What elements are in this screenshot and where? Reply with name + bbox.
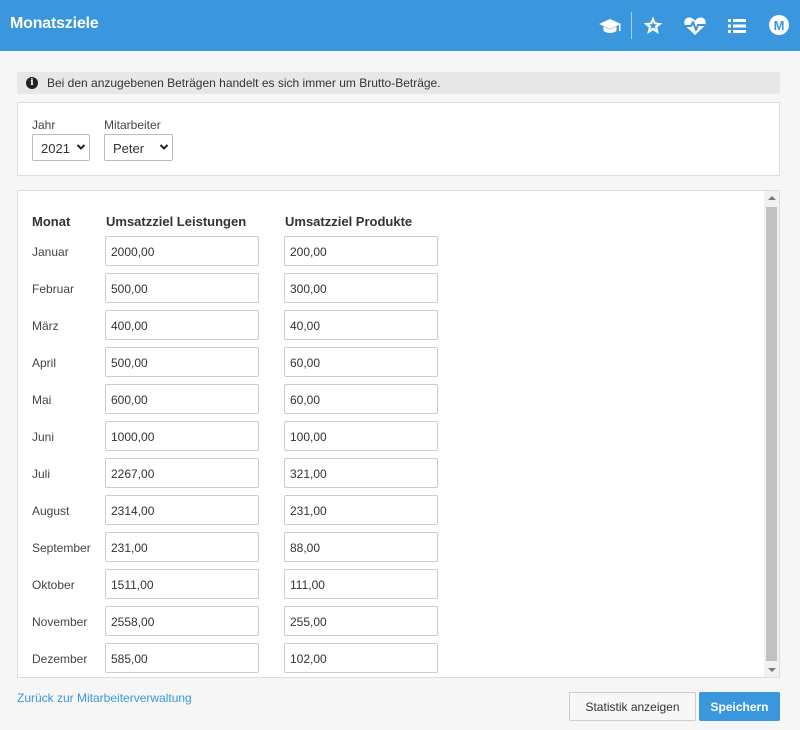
filter-panel: Jahr 2021 Mitarbeiter Peter	[17, 102, 780, 176]
employee-select[interactable]: Peter	[104, 134, 173, 161]
services-goal-input[interactable]: 2558,00	[105, 606, 259, 636]
employee-label: Mitarbeiter	[104, 118, 161, 132]
info-banner: i Bei den anzugebenen Beträgen handelt e…	[17, 72, 780, 94]
info-text: Bei den anzugebenen Beträgen handelt es …	[47, 76, 441, 90]
monthly-goals-table: Monat Umsatzziel Leistungen Umsatzziel P…	[17, 190, 780, 678]
month-label: August	[32, 504, 70, 518]
month-label: Juli	[32, 467, 51, 481]
products-goal-input[interactable]: 60,00	[284, 384, 438, 414]
month-label: April	[32, 356, 57, 370]
month-label: Mai	[32, 393, 52, 407]
products-goal-input[interactable]: 100,00	[284, 421, 438, 451]
column-header-month: Monat	[32, 214, 71, 229]
services-goal-input[interactable]: 231,00	[105, 532, 259, 562]
services-goal-input[interactable]: 585,00	[105, 643, 259, 673]
save-button[interactable]: Speichern	[699, 692, 780, 721]
month-label: Januar	[32, 245, 69, 259]
employee-select-value: Peter	[113, 141, 145, 156]
services-goal-input[interactable]: 2000,00	[105, 236, 259, 266]
services-goal-input[interactable]: 1000,00	[105, 421, 259, 451]
graduation-cap-icon[interactable]	[598, 14, 622, 38]
services-goal-input[interactable]: 500,00	[105, 273, 259, 303]
heartbeat-icon[interactable]	[683, 14, 707, 38]
products-goal-input[interactable]: 88,00	[284, 532, 438, 562]
table-scrollbar[interactable]	[764, 191, 779, 677]
services-goal-input[interactable]: 500,00	[105, 347, 259, 377]
month-label: Juni	[32, 430, 55, 444]
scroll-up-arrow-icon[interactable]	[764, 191, 779, 205]
month-label: Oktober	[32, 578, 75, 592]
year-label: Jahr	[32, 118, 56, 132]
services-goal-input[interactable]: 2267,00	[105, 458, 259, 488]
back-to-employee-management-link[interactable]: Zurück zur Mitarbeiterverwaltung	[17, 691, 192, 705]
scrollbar-thumb[interactable]	[766, 207, 777, 661]
products-goal-input[interactable]: 111,00	[284, 569, 438, 599]
products-goal-input[interactable]: 255,00	[284, 606, 438, 636]
chevron-down-icon	[159, 141, 169, 156]
services-goal-input[interactable]: 1511,00	[105, 569, 259, 599]
month-label: September	[32, 541, 91, 555]
star-icon[interactable]	[641, 14, 665, 38]
month-label: Februar	[32, 282, 75, 296]
year-select[interactable]: 2021	[32, 134, 90, 161]
chevron-down-icon	[76, 141, 86, 156]
list-icon[interactable]	[725, 14, 749, 38]
top-bar: Monatsziele M	[0, 0, 800, 51]
month-label: März	[32, 319, 59, 333]
products-goal-input[interactable]: 200,00	[284, 236, 438, 266]
products-goal-input[interactable]: 321,00	[284, 458, 438, 488]
user-avatar[interactable]: M	[769, 15, 789, 35]
month-label: November	[32, 615, 88, 629]
info-circle-icon: i	[26, 77, 38, 89]
column-header-services: Umsatzziel Leistungen	[106, 214, 247, 229]
products-goal-input[interactable]: 300,00	[284, 273, 438, 303]
page-title: Monatsziele	[10, 15, 99, 32]
products-goal-input[interactable]: 231,00	[284, 495, 438, 525]
month-label: Dezember	[32, 652, 88, 666]
show-statistics-button[interactable]: Statistik anzeigen	[569, 692, 696, 721]
services-goal-input[interactable]: 600,00	[105, 384, 259, 414]
services-goal-input[interactable]: 2314,00	[105, 495, 259, 525]
icon-divider	[631, 12, 632, 39]
services-goal-input[interactable]: 400,00	[105, 310, 259, 340]
column-header-products: Umsatzziel Produkte	[285, 214, 413, 229]
products-goal-input[interactable]: 60,00	[284, 347, 438, 377]
products-goal-input[interactable]: 102,00	[284, 643, 438, 673]
scroll-down-arrow-icon[interactable]	[764, 663, 779, 677]
year-select-value: 2021	[41, 141, 70, 156]
products-goal-input[interactable]: 40,00	[284, 310, 438, 340]
